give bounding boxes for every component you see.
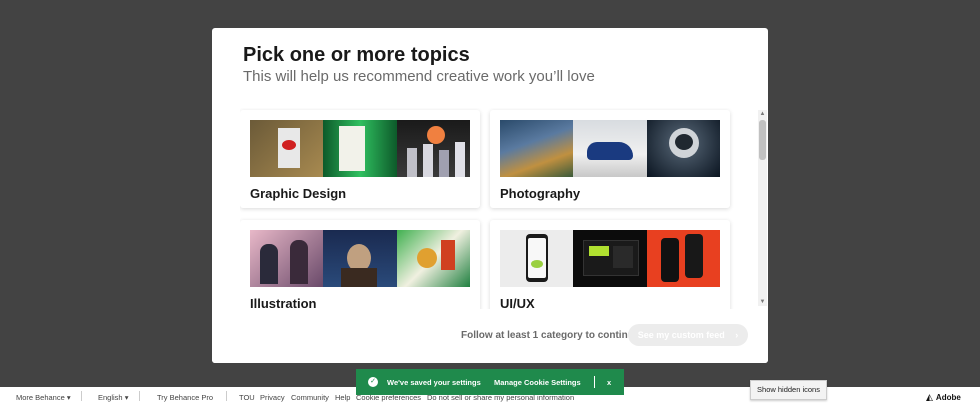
thumbnail bbox=[646, 230, 720, 287]
scroll-up-arrow-icon[interactable]: ▲ bbox=[758, 110, 767, 118]
thumbnail bbox=[573, 230, 647, 287]
thumbnail bbox=[500, 120, 574, 177]
card-thumbnails bbox=[250, 230, 470, 287]
thumbnail bbox=[646, 120, 720, 177]
thumbnail bbox=[396, 230, 470, 287]
topic-card-graphic-design[interactable]: Graphic Design bbox=[240, 110, 480, 208]
scroll-thumb[interactable] bbox=[759, 120, 766, 160]
thumbnail bbox=[323, 230, 397, 287]
thumbnail bbox=[573, 120, 647, 177]
thumbnail bbox=[250, 120, 324, 177]
see-custom-feed-button[interactable]: See my custom feed › bbox=[628, 324, 748, 346]
help-link[interactable]: Help bbox=[335, 393, 350, 402]
tou-link[interactable]: TOU bbox=[239, 393, 255, 402]
feed-button-label: See my custom feed bbox=[637, 330, 725, 340]
arrow-right-icon: › bbox=[735, 330, 739, 340]
thumbnail bbox=[396, 120, 470, 177]
topic-card-illustration[interactable]: Illustration bbox=[240, 220, 480, 309]
topics-modal: Pick one or more topics This will help u… bbox=[212, 28, 768, 363]
more-behance-menu[interactable]: More Behance ▾ bbox=[16, 393, 71, 402]
topics-scrollbar[interactable]: ▲ ▼ bbox=[758, 110, 767, 306]
card-thumbnails bbox=[500, 120, 720, 177]
card-thumbnails bbox=[500, 230, 720, 287]
caret-down-icon: ▾ bbox=[66, 393, 71, 402]
privacy-link[interactable]: Privacy bbox=[260, 393, 285, 402]
card-label: UI/UX bbox=[500, 296, 535, 309]
card-thumbnails bbox=[250, 120, 470, 177]
thumbnail bbox=[323, 120, 397, 177]
topic-grid: Graphic Design Photography Illustration … bbox=[240, 108, 760, 309]
topic-card-photography[interactable]: Photography bbox=[490, 110, 730, 208]
thumbnail bbox=[500, 230, 574, 287]
manage-cookie-settings-link[interactable]: Manage Cookie Settings bbox=[494, 378, 581, 387]
modal-footer: Follow at least 1 category to continue S… bbox=[212, 309, 768, 363]
thumbnail bbox=[250, 230, 324, 287]
caret-down-icon: ▾ bbox=[124, 393, 129, 402]
card-label: Illustration bbox=[250, 296, 317, 309]
show-hidden-icons-tooltip: Show hidden icons bbox=[750, 380, 827, 400]
modal-subtitle: This will help us recommend creative wor… bbox=[243, 68, 595, 85]
card-label: Photography bbox=[500, 186, 581, 201]
card-label: Graphic Design bbox=[250, 186, 347, 201]
follow-hint: Follow at least 1 category to continue bbox=[461, 330, 640, 341]
try-behance-pro-link[interactable]: Try Behance Pro bbox=[157, 393, 213, 402]
modal-title: Pick one or more topics bbox=[243, 44, 470, 66]
scroll-down-arrow-icon[interactable]: ▼ bbox=[758, 298, 767, 306]
language-menu[interactable]: English ▾ bbox=[98, 393, 128, 402]
check-circle-icon: ✓ bbox=[368, 377, 378, 387]
close-toast-button[interactable]: x bbox=[607, 378, 611, 387]
community-link[interactable]: Community bbox=[291, 393, 329, 402]
adobe-logo[interactable]: ◭ Adobe bbox=[926, 392, 961, 403]
toast-message: We've saved your settings bbox=[387, 378, 481, 387]
topic-card-ui-ux[interactable]: UI/UX bbox=[490, 220, 730, 309]
adobe-icon: ◭ bbox=[926, 392, 933, 402]
cookie-saved-toast: ✓ We've saved your settings Manage Cooki… bbox=[356, 369, 624, 395]
